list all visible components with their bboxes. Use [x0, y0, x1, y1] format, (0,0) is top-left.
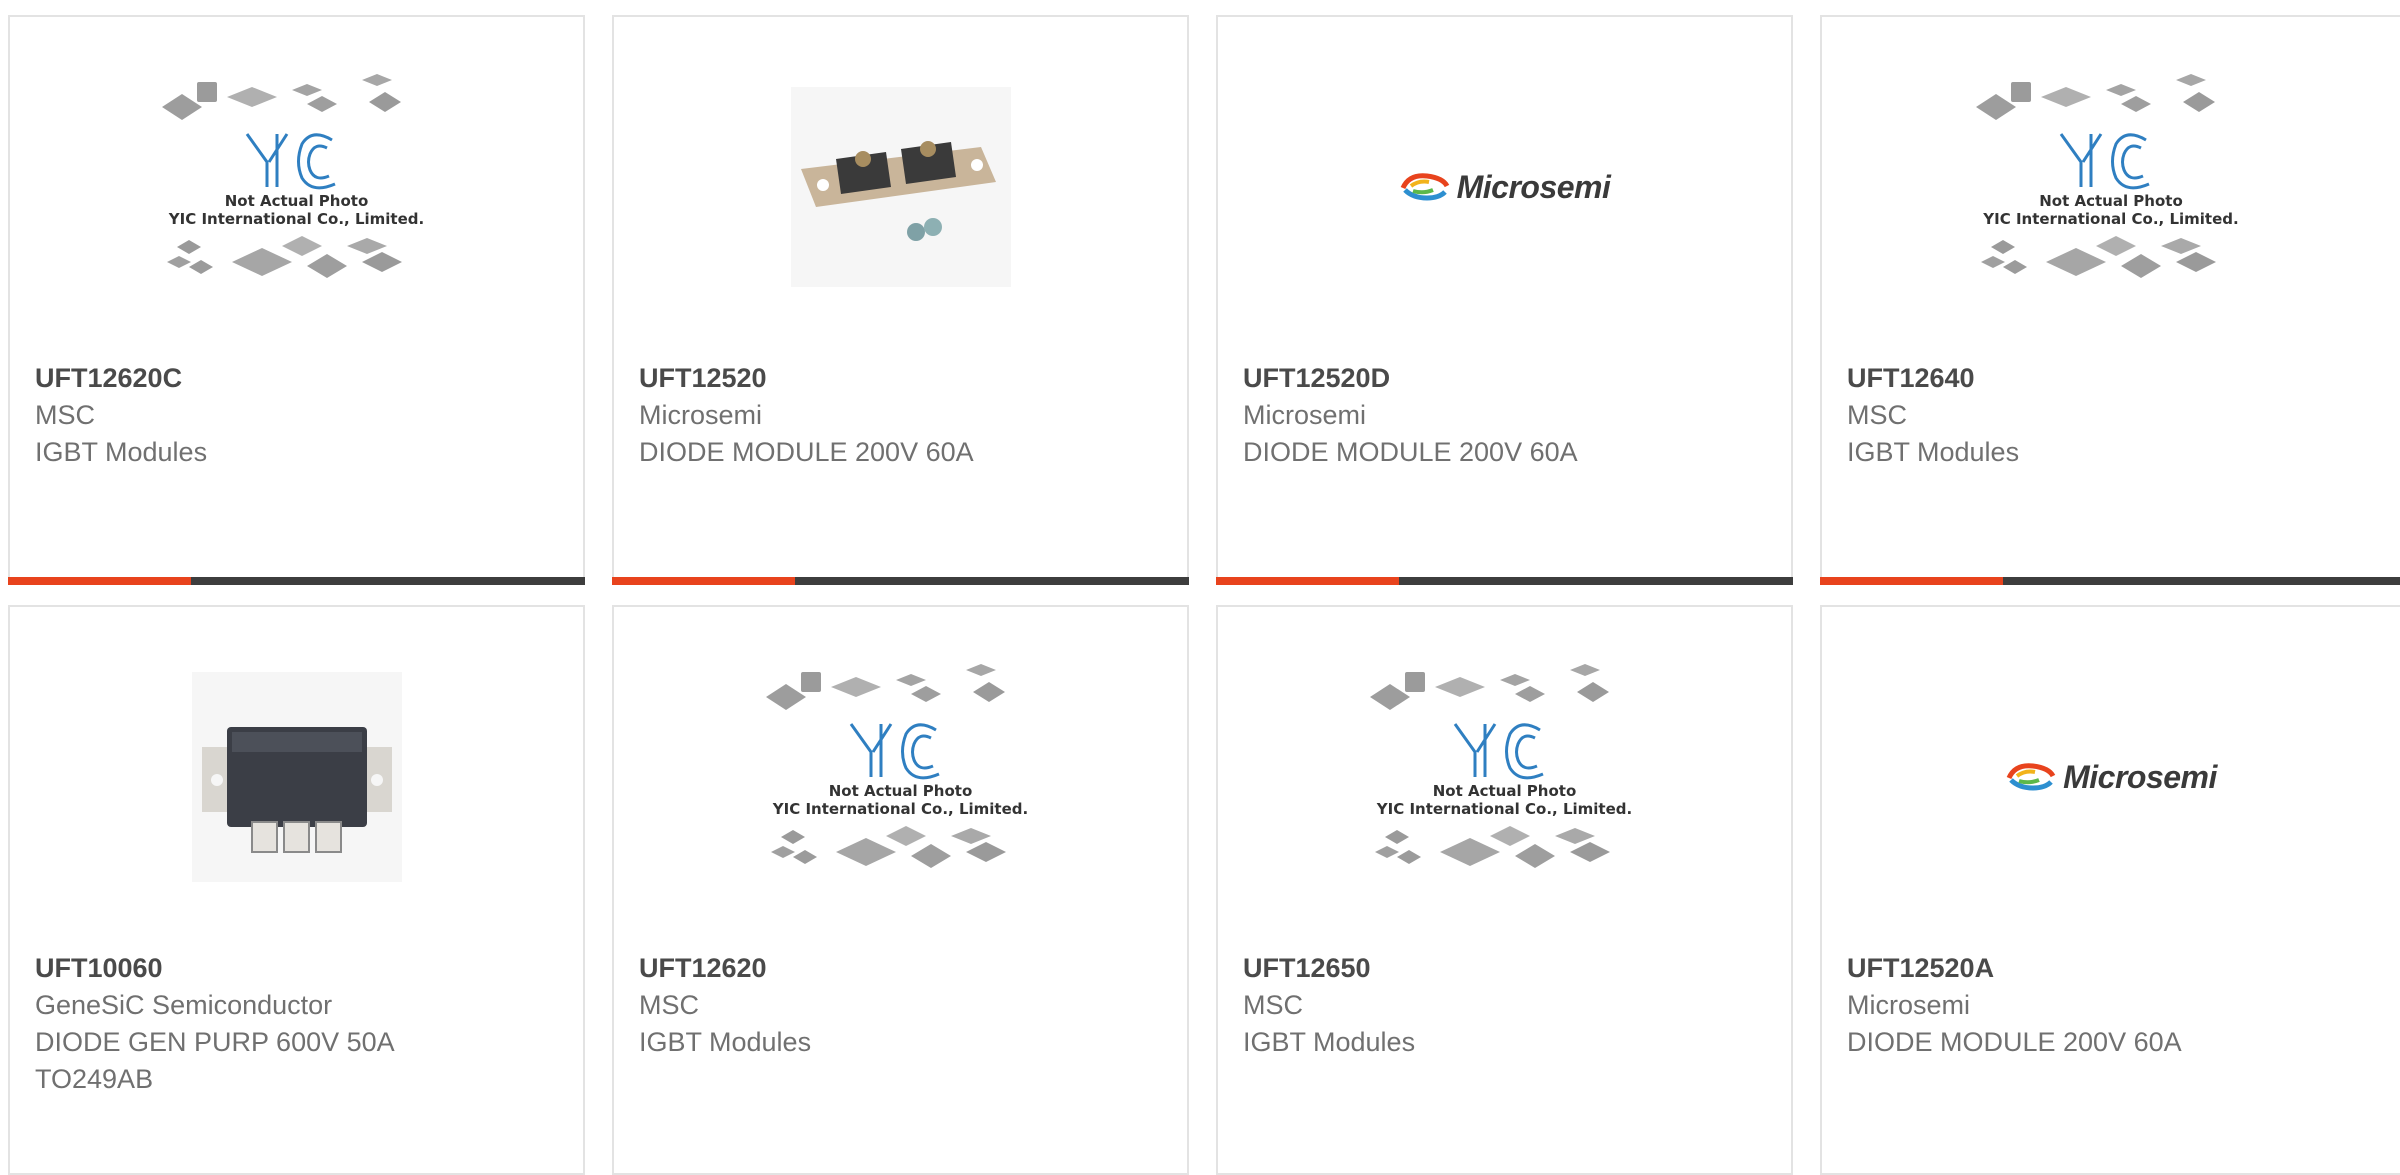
description: IGBT Modules — [639, 1027, 812, 1057]
part-number[interactable]: UFT12640 — [1847, 359, 2380, 397]
product-image-placeholder[interactable]: Not Actual Photo YIC International Co., … — [1822, 17, 2400, 357]
yic-placeholder-graphic — [1369, 664, 1610, 868]
placeholder-line-1: Not Actual Photo — [2039, 192, 2183, 210]
yic-placeholder-graphic — [765, 664, 1006, 868]
placeholder-line-2: YIC International Co., Limited. — [1983, 210, 2239, 228]
description: DIODE MODULE 200V 60A — [1847, 1027, 2182, 1057]
yic-placeholder-graphic — [1976, 74, 2216, 278]
part-number[interactable]: UFT12520D — [1243, 359, 1771, 397]
product-image-placeholder[interactable]: Not Actual Photo YIC International Co., … — [10, 17, 583, 357]
to249ab-photo — [191, 672, 402, 882]
part-number[interactable]: UFT12650 — [1243, 949, 1771, 987]
product-image-to249ab[interactable] — [10, 607, 583, 947]
part-number[interactable]: UFT12620 — [639, 949, 1167, 987]
manufacturer: Microsemi — [1243, 400, 1367, 430]
product-image-placeholder[interactable]: Not Actual Photo YIC International Co., … — [614, 607, 1187, 947]
microsemi-logo: Microsemi — [2005, 759, 2217, 796]
description: DIODE MODULE 200V 60A — [1243, 437, 1578, 467]
part-number[interactable]: UFT12520A — [1847, 949, 2380, 987]
yic-placeholder-graphic — [161, 74, 402, 278]
product-card[interactable]: Not Actual Photo YIC International Co., … — [612, 605, 1189, 1175]
product-card[interactable]: UFT10060 GeneSiC Semiconductor DIODE GEN… — [8, 605, 585, 1175]
microsemi-logo-icon — [2006, 763, 2056, 791]
product-image-diode-module[interactable] — [614, 17, 1187, 357]
manufacturer: MSC — [1847, 400, 1907, 430]
manufacturer: GeneSiC Semiconductor — [35, 990, 333, 1020]
placeholder-line-2: YIC International Co., Limited. — [1376, 800, 1633, 818]
placeholder-line-2: YIC International Co., Limited. — [168, 210, 425, 228]
manufacturer: MSC — [639, 990, 699, 1020]
product-image-logo[interactable]: Microsemi — [1822, 607, 2400, 947]
part-number[interactable]: UFT10060 — [35, 949, 563, 987]
description: DIODE MODULE 200V 60A — [639, 437, 974, 467]
card-highlight-accent — [1216, 577, 1399, 585]
product-card[interactable]: Not Actual Photo YIC International Co., … — [8, 15, 585, 585]
product-image-placeholder[interactable]: Not Actual Photo YIC International Co., … — [1218, 607, 1791, 947]
card-highlight-accent — [612, 577, 795, 585]
logo-text: Microsemi — [2063, 758, 2217, 795]
placeholder-line-1: Not Actual Photo — [1432, 782, 1577, 800]
product-card[interactable]: Not Actual Photo YIC International Co., … — [1820, 15, 2400, 585]
manufacturer: MSC — [1243, 990, 1303, 1020]
part-number[interactable]: UFT12520 — [639, 359, 1167, 397]
product-card[interactable]: Not Actual Photo YIC International Co., … — [1216, 605, 1793, 1175]
manufacturer: Microsemi — [1847, 990, 1971, 1020]
part-number[interactable]: UFT12620C — [35, 359, 563, 397]
placeholder-line-2: YIC International Co., Limited. — [772, 800, 1029, 818]
description: IGBT Modules — [35, 437, 208, 467]
card-highlight-bar — [1216, 577, 1793, 585]
card-highlight-accent — [8, 577, 191, 585]
product-card[interactable]: Microsemi UFT12520D Microsemi DIODE MODU… — [1216, 15, 1793, 585]
placeholder-line-1: Not Actual Photo — [224, 192, 369, 210]
product-card[interactable]: Microsemi UFT12520A Microsemi DIODE MODU… — [1820, 605, 2400, 1175]
placeholder-line-1: Not Actual Photo — [828, 782, 973, 800]
microsemi-logo-icon — [1400, 173, 1449, 201]
card-highlight-accent — [1820, 577, 2003, 585]
diode-module-photo — [790, 87, 1011, 287]
card-highlight-bar — [1820, 577, 2400, 585]
card-highlight-bar — [8, 577, 585, 585]
logo-text: Microsemi — [1456, 168, 1611, 205]
description: IGBT Modules — [1847, 437, 2020, 467]
product-grid: Not Actual Photo YIC International Co., … — [0, 0, 2400, 1175]
card-highlight-bar — [612, 577, 1189, 585]
manufacturer: Microsemi — [639, 400, 763, 430]
product-image-logo[interactable]: Microsemi — [1218, 17, 1791, 357]
manufacturer: MSC — [35, 400, 95, 430]
description: IGBT Modules — [1243, 1027, 1416, 1057]
microsemi-logo: Microsemi — [1399, 169, 1611, 206]
description: DIODE GEN PURP 600V 50A TO249AB — [35, 1027, 394, 1094]
product-card[interactable]: UFT12520 Microsemi DIODE MODULE 200V 60A — [612, 15, 1189, 585]
